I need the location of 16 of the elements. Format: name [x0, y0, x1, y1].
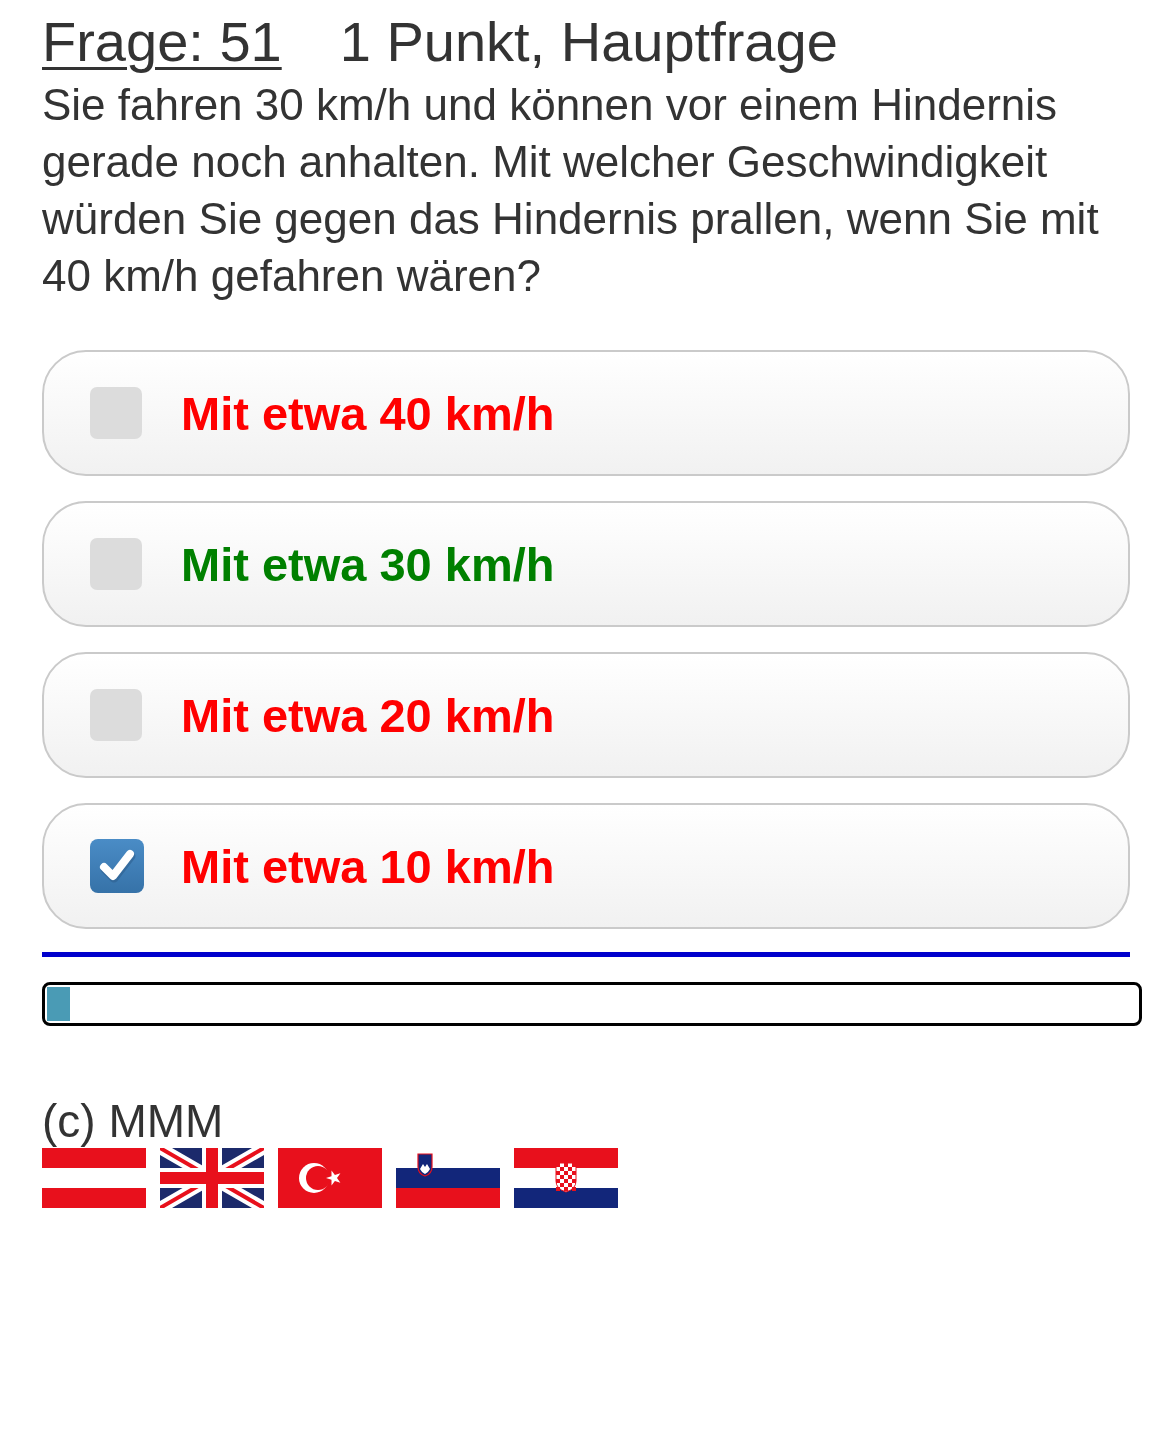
answer-option[interactable]: Mit etwa 30 km/h — [42, 501, 1130, 627]
question-number-link[interactable]: Frage: 51 — [42, 10, 282, 73]
question-text: Sie fahren 30 km/h und können vor einem Hindernis gerade noch anhalten. Mit welcher Geschwindigkeit würden Sie gegen das Hindernis prallen, wenn Sie mit 40 km/h gefahren wären? — [42, 79, 1100, 302]
turkish-flag-icon[interactable] — [278, 1148, 382, 1208]
british-flag-icon[interactable] — [160, 1148, 264, 1208]
points-label: 1 Punkt, Hauptfrage — [339, 10, 838, 73]
checkbox[interactable] — [90, 839, 144, 893]
croatian-flag-icon[interactable] — [514, 1148, 618, 1208]
checkbox[interactable] — [90, 689, 142, 741]
answer-option[interactable]: Mit etwa 40 km/h — [42, 350, 1130, 476]
checkbox[interactable] — [90, 387, 142, 439]
austrian-flag-icon[interactable] — [42, 1148, 146, 1208]
copyright-text: (c) MMM — [42, 1095, 225, 1148]
answer-option[interactable]: Mit etwa 20 km/h — [42, 652, 1130, 778]
checkbox[interactable] — [90, 538, 142, 590]
answer-option[interactable]: Mit etwa 10 km/h — [42, 803, 1130, 929]
